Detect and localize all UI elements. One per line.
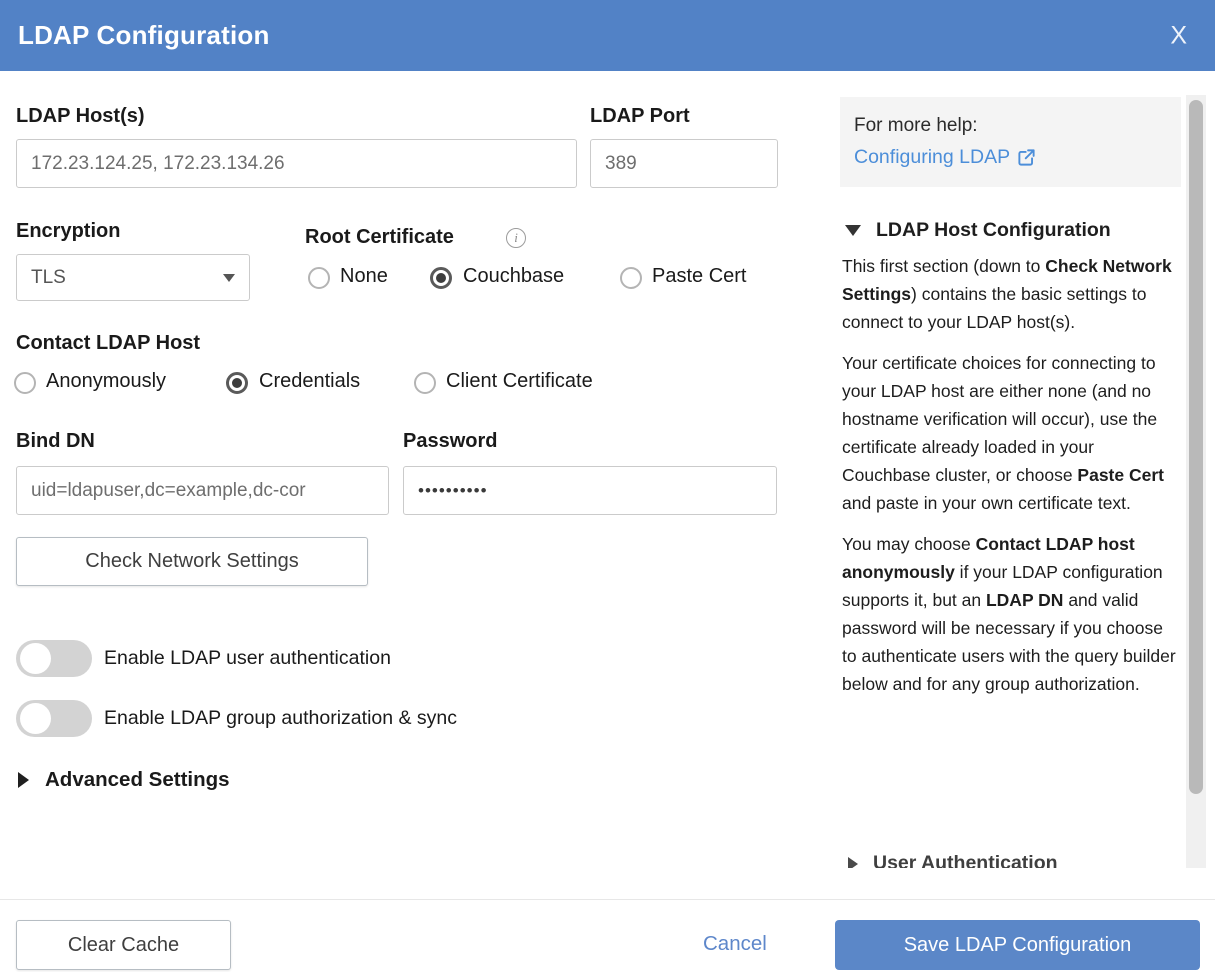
toggle-enable-group-sync-label: Enable LDAP group authorization & sync (104, 707, 457, 730)
radio-root-cert-couchbase-label[interactable]: Couchbase (463, 265, 564, 288)
radio-contact-anonymously[interactable] (14, 372, 36, 394)
scrollbar-track[interactable] (1186, 95, 1206, 868)
radio-contact-anonymously-label[interactable]: Anonymously (46, 370, 166, 393)
ldap-hosts-input[interactable] (16, 139, 577, 188)
password-input[interactable] (403, 466, 777, 515)
radio-root-cert-couchbase[interactable] (430, 267, 452, 289)
toggle-enable-group-sync[interactable] (16, 700, 92, 737)
scrollbar-thumb[interactable] (1189, 100, 1203, 794)
triangle-down-icon (845, 225, 861, 236)
radio-root-cert-none[interactable] (308, 267, 330, 289)
advanced-settings-label: Advanced Settings (45, 768, 230, 792)
help-section-ldap-host-config[interactable]: LDAP Host Configuration (845, 219, 1111, 242)
encryption-label: Encryption (16, 220, 120, 243)
bind-dn-label: Bind DN (16, 430, 95, 453)
bind-dn-input[interactable] (16, 466, 389, 515)
root-certificate-label: Root Certificate (305, 226, 454, 249)
radio-root-cert-paste[interactable] (620, 267, 642, 289)
cancel-link[interactable]: Cancel (703, 932, 767, 956)
help-section-user-authentication[interactable]: User Authentication (848, 852, 1058, 868)
help-next-section-title: User Authentication (873, 852, 1058, 868)
radio-contact-client-cert-label[interactable]: Client Certificate (446, 370, 593, 393)
clear-cache-button[interactable]: Clear Cache (16, 920, 231, 970)
help-intro-text: For more help: (854, 115, 978, 137)
dialog-header: LDAP Configuration X (0, 0, 1215, 71)
toggle-knob (20, 703, 51, 734)
triangle-right-icon (848, 857, 858, 869)
radio-contact-credentials-label[interactable]: Credentials (259, 370, 360, 393)
radio-contact-credentials[interactable] (226, 372, 248, 394)
external-link-icon (1017, 148, 1036, 167)
encryption-selected-value: TLS (31, 267, 223, 289)
radio-root-cert-paste-label[interactable]: Paste Cert (652, 265, 746, 288)
encryption-select[interactable]: TLS (16, 254, 250, 301)
help-paragraph: This first section (down to Check Networ… (842, 252, 1182, 336)
configuring-ldap-link-text[interactable]: Configuring LDAP (854, 146, 1010, 169)
info-icon[interactable]: i (506, 228, 526, 248)
triangle-right-icon (18, 772, 29, 788)
help-paragraph: Your certificate choices for connecting … (842, 349, 1182, 517)
configuring-ldap-link[interactable]: Configuring LDAP (854, 146, 1036, 169)
ldap-hosts-label: LDAP Host(s) (16, 105, 145, 128)
footer-divider (0, 899, 1215, 900)
ldap-port-input[interactable] (590, 139, 778, 188)
toggle-enable-user-auth[interactable] (16, 640, 92, 677)
ldap-port-label: LDAP Port (590, 105, 690, 128)
toggle-enable-user-auth-label: Enable LDAP user authentication (104, 647, 391, 670)
radio-root-cert-none-label[interactable]: None (340, 265, 388, 288)
radio-contact-client-cert[interactable] (414, 372, 436, 394)
toggle-knob (20, 643, 51, 674)
ldap-configuration-dialog: LDAP Configuration X LDAP Host(s) LDAP P… (0, 0, 1215, 972)
close-icon[interactable]: X (1170, 21, 1187, 50)
dialog-title: LDAP Configuration (18, 20, 270, 51)
save-ldap-configuration-button[interactable]: Save LDAP Configuration (835, 920, 1200, 970)
help-box: For more help: Configuring LDAP (840, 97, 1181, 187)
advanced-settings-toggle[interactable]: Advanced Settings (18, 768, 230, 792)
help-paragraph: You may choose Contact LDAP host anonymo… (842, 530, 1182, 698)
contact-ldap-host-label: Contact LDAP Host (16, 332, 200, 355)
chevron-down-icon (223, 274, 235, 282)
check-network-settings-button[interactable]: Check Network Settings (16, 537, 368, 586)
password-label: Password (403, 430, 497, 453)
help-section-title: LDAP Host Configuration (876, 219, 1111, 242)
help-panel: For more help: Configuring LDAP LDAP Hos… (840, 95, 1206, 868)
help-paragraphs: This first section (down to Check Networ… (842, 252, 1182, 711)
